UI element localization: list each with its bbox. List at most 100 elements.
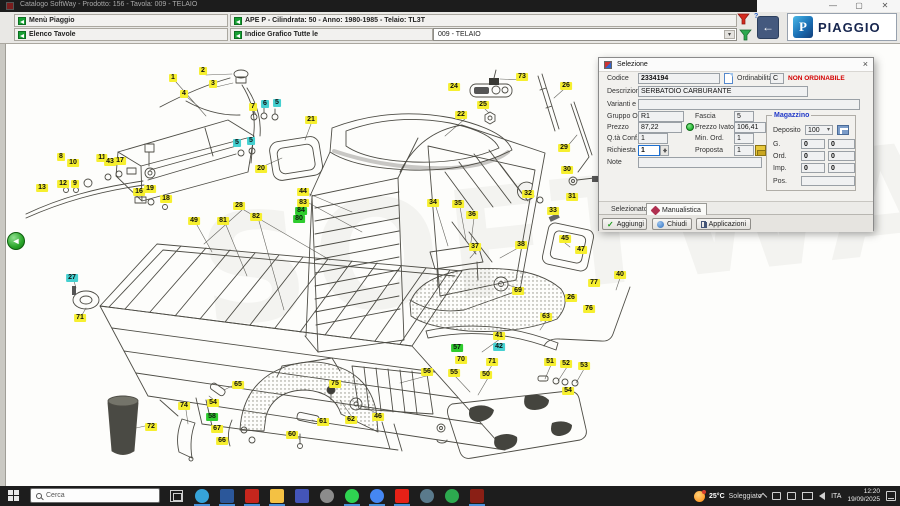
- descrizione-field[interactable]: SERBATOIO CARBURANTE: [638, 86, 808, 97]
- part-callout-70[interactable]: 70: [455, 356, 467, 364]
- part-callout-81[interactable]: 81: [217, 217, 229, 225]
- file-explorer-icon[interactable]: [265, 486, 290, 506]
- part-callout-67[interactable]: 67: [211, 425, 223, 433]
- part-callout-12[interactable]: 12: [57, 180, 69, 188]
- part-callout-80[interactable]: 80: [293, 215, 305, 223]
- part-callout-2[interactable]: 2: [199, 67, 207, 75]
- part-callout-71[interactable]: 71: [74, 314, 86, 322]
- prezzo-field[interactable]: 87,22: [638, 122, 682, 133]
- part-callout-44[interactable]: 44: [297, 188, 309, 196]
- part-callout-47[interactable]: 47: [575, 246, 587, 254]
- part-callout-9[interactable]: 9: [71, 180, 79, 188]
- part-callout-18[interactable]: 18: [160, 195, 172, 203]
- part-callout-76[interactable]: 76: [583, 305, 595, 313]
- part-callout-52[interactable]: 52: [560, 360, 572, 368]
- teams-icon[interactable]: [290, 486, 315, 506]
- part-callout-62[interactable]: 62: [345, 416, 357, 424]
- whatsapp-icon[interactable]: [340, 486, 365, 506]
- part-callout-26[interactable]: 26: [560, 82, 572, 90]
- part-callout-49[interactable]: 49: [188, 217, 200, 225]
- word-icon[interactable]: [215, 486, 240, 506]
- part-callout-8[interactable]: 8: [57, 153, 65, 161]
- part-callout-38[interactable]: 38: [515, 241, 527, 249]
- dialog-titlebar[interactable]: Selezione ×: [599, 58, 873, 72]
- prezzo-ivato-field[interactable]: 106,41: [734, 122, 766, 133]
- part-callout-58[interactable]: 58: [206, 413, 218, 421]
- part-callout-1[interactable]: 1: [169, 74, 177, 82]
- part-callout-84[interactable]: 84: [295, 207, 307, 215]
- part-callout-24[interactable]: 24: [448, 83, 460, 91]
- part-callout-56[interactable]: 56: [421, 368, 433, 376]
- dialog-close-icon[interactable]: ×: [863, 59, 868, 69]
- task-view-icon[interactable]: [170, 490, 183, 502]
- part-callout-31[interactable]: 31: [566, 193, 578, 201]
- note-field[interactable]: [638, 157, 762, 168]
- catalog-app-icon[interactable]: [465, 486, 490, 506]
- part-callout-55[interactable]: 55: [448, 369, 460, 377]
- part-callout-54[interactable]: 54: [207, 399, 219, 407]
- part-callout-42[interactable]: 42: [493, 343, 505, 351]
- proposta-field[interactable]: 1: [734, 145, 754, 156]
- part-callout-5[interactable]: 5: [247, 137, 255, 145]
- notification-center-icon[interactable]: [886, 491, 896, 501]
- part-callout-65[interactable]: 65: [232, 381, 244, 389]
- part-callout-82[interactable]: 82: [250, 213, 262, 221]
- part-callout-61[interactable]: 61: [317, 418, 329, 426]
- qta-conf-field[interactable]: 1: [638, 133, 668, 144]
- part-callout-5[interactable]: 5: [233, 139, 241, 147]
- acrobat-icon[interactable]: [240, 486, 265, 506]
- part-callout-10[interactable]: 10: [67, 159, 79, 167]
- fascia-field[interactable]: 5: [734, 111, 754, 122]
- search-input[interactable]: Cerca: [30, 488, 160, 503]
- network-icon[interactable]: [802, 492, 813, 500]
- varianti-field[interactable]: [638, 99, 860, 110]
- part-callout-69[interactable]: 69: [512, 287, 524, 295]
- part-callout-57[interactable]: 57: [451, 344, 463, 352]
- part-callout-50[interactable]: 50: [480, 371, 492, 379]
- tray-app-icon[interactable]: [772, 492, 781, 500]
- part-callout-77[interactable]: 77: [588, 279, 600, 287]
- part-callout-60[interactable]: 60: [286, 431, 298, 439]
- part-callout-41[interactable]: 41: [493, 332, 505, 340]
- part-callout-72[interactable]: 72: [145, 423, 157, 431]
- deposito-combobox[interactable]: 100 ▾: [805, 125, 833, 135]
- applicazioni-button[interactable]: Applicazioni: [696, 218, 751, 230]
- photos-icon[interactable]: [415, 486, 440, 506]
- maps-icon[interactable]: [440, 486, 465, 506]
- part-callout-54[interactable]: 54: [562, 387, 574, 395]
- part-callout-28[interactable]: 28: [233, 202, 245, 210]
- part-callout-6[interactable]: 6: [261, 100, 269, 108]
- part-callout-34[interactable]: 34: [427, 199, 439, 207]
- keyboard-language[interactable]: ITA: [831, 493, 841, 500]
- remote-app-icon[interactable]: [315, 486, 340, 506]
- part-callout-29[interactable]: 29: [558, 144, 570, 152]
- richiesta-field[interactable]: 1: [638, 145, 660, 156]
- ordinabilita-field[interactable]: C: [770, 73, 784, 84]
- part-callout-46[interactable]: 46: [372, 413, 384, 421]
- part-callout-40[interactable]: 40: [614, 271, 626, 279]
- weather-widget[interactable]: 25°C Soleggiato: [694, 486, 762, 506]
- part-callout-20[interactable]: 20: [255, 165, 267, 173]
- aggiungi-button[interactable]: ✓ Aggiungi: [602, 218, 647, 230]
- volume-icon[interactable]: [819, 492, 825, 500]
- richiesta-spinner-buttons[interactable]: [660, 145, 669, 156]
- document-icon[interactable]: [724, 73, 733, 84]
- part-callout-25[interactable]: 25: [477, 101, 489, 109]
- part-callout-22[interactable]: 22: [455, 111, 467, 119]
- part-callout-63[interactable]: 63: [540, 313, 552, 321]
- part-callout-7[interactable]: 7: [249, 103, 257, 111]
- youtube-icon[interactable]: [390, 486, 415, 506]
- part-callout-71[interactable]: 71: [486, 358, 498, 366]
- part-callout-30[interactable]: 30: [561, 166, 573, 174]
- gruppo-field[interactable]: R1: [638, 111, 684, 122]
- start-button[interactable]: [8, 490, 21, 502]
- chiudi-button[interactable]: Chiudi: [652, 218, 692, 230]
- part-callout-37[interactable]: 37: [469, 243, 481, 251]
- part-callout-51[interactable]: 51: [544, 358, 556, 366]
- edge-icon[interactable]: [190, 486, 215, 506]
- part-callout-53[interactable]: 53: [578, 362, 590, 370]
- part-callout-26[interactable]: 26: [565, 294, 577, 302]
- part-callout-83[interactable]: 83: [297, 199, 309, 207]
- part-callout-17[interactable]: 17: [114, 157, 126, 165]
- part-callout-21[interactable]: 21: [305, 116, 317, 124]
